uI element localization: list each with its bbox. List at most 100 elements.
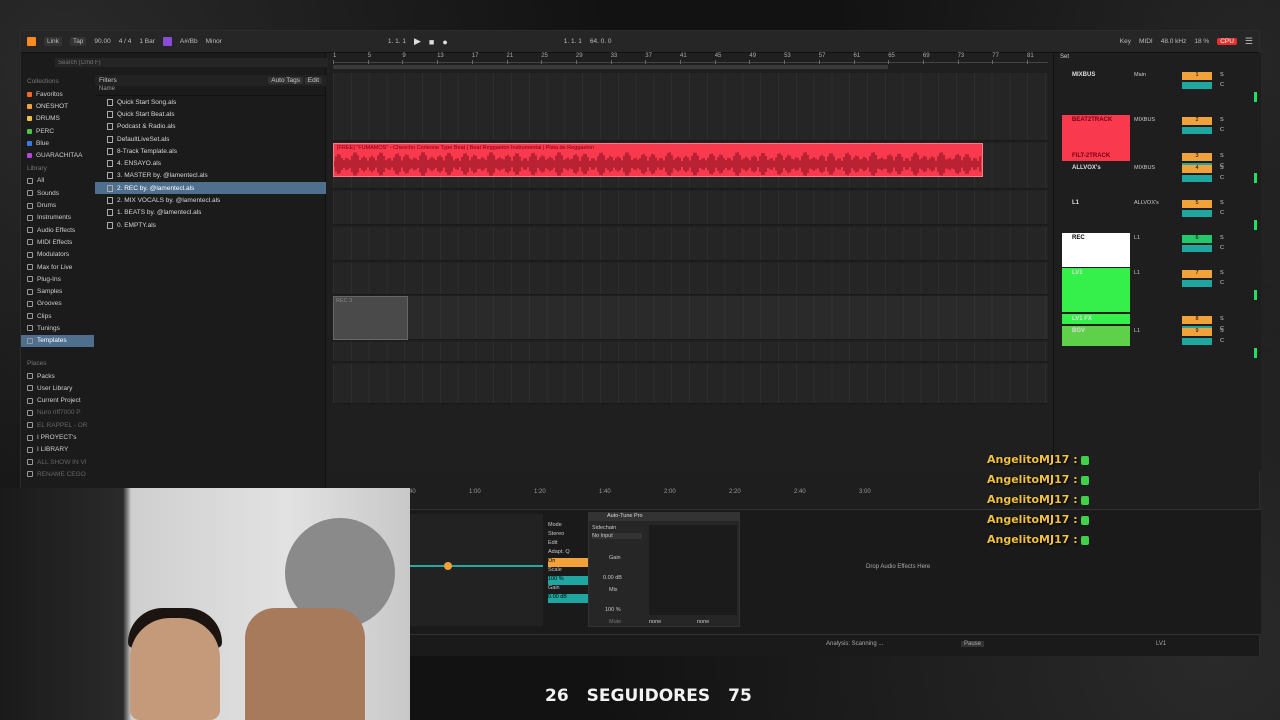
library-item[interactable]: Tunings [21,322,94,334]
file-row[interactable]: 8-Track Template.als [95,145,326,157]
track-name[interactable]: REC [1062,235,1130,241]
scale-select[interactable]: Minor [206,38,222,45]
track-io-routing[interactable]: L1 [1134,328,1140,334]
arrangement-position[interactable]: 1. 1. 1 [388,38,406,45]
rec-audio-clip[interactable]: REC 3 [333,296,408,340]
browser-toggle-icon[interactable] [27,37,36,46]
stop-button[interactable]: ■ [429,37,434,47]
pan-center[interactable]: C [1220,175,1224,181]
solo-button[interactable]: S [1220,200,1224,206]
collection-item[interactable]: DRUMS [21,113,94,125]
autotune-device[interactable]: Auto-Tune Pro Sidechain No Input Gain 0.… [588,512,740,627]
library-item[interactable]: Grooves [21,298,94,310]
track-lane-bgv[interactable] [333,364,1048,404]
auto-tags-button[interactable]: Auto Tags [268,77,303,84]
file-row[interactable]: Quick Start Song.als [95,96,326,108]
track-number-button[interactable]: 1 [1182,72,1212,80]
menu-icon[interactable]: ☰ [1245,36,1253,47]
file-row[interactable]: 0. EMPTY.als [95,219,326,231]
collection-item[interactable]: Blue [21,137,94,149]
track-name[interactable]: BGV [1062,328,1130,334]
place-item[interactable]: EL RAPPEL - OR [21,419,94,431]
track-number-button[interactable]: 6 [1182,235,1212,243]
track-io-routing[interactable]: ALLVOX's [1134,200,1159,206]
library-item[interactable]: Max for Live [21,261,94,273]
track-lane-allvox[interactable] [333,191,1048,225]
pan-center[interactable]: C [1220,280,1224,286]
file-row[interactable]: 4. ENSAYO.als [95,157,326,169]
eq-control-label[interactable]: Stereo [548,531,588,540]
time-signature[interactable]: 4 / 4 [119,38,132,45]
track-name[interactable]: FILT-2TRACK [1062,153,1130,159]
filters-button[interactable]: Filters [99,77,117,84]
tap-button[interactable]: Tap [69,37,87,46]
library-item[interactable]: Audio Effects [21,224,94,236]
track-lane-rec[interactable] [333,263,1048,295]
eq-control-label[interactable]: Gain [548,585,588,594]
track-number-button[interactable]: 5 [1182,200,1212,208]
scale-icon[interactable] [162,37,172,46]
pan-center[interactable]: C [1220,210,1224,216]
link-button[interactable]: Link [44,37,62,46]
track-io-routing[interactable]: MIXBUS [1134,165,1155,171]
track-volume[interactable] [1182,245,1212,252]
play-button[interactable]: ▶ [414,36,421,47]
solo-button[interactable]: S [1220,153,1224,159]
pan-center[interactable]: C [1220,338,1224,344]
midi-map-button[interactable]: MIDI [1139,38,1153,45]
gain-value[interactable]: 0.00 dB [603,575,622,581]
solo-button[interactable]: S [1220,270,1224,276]
track-name[interactable]: ALLVOX's [1062,165,1130,171]
track-number-button[interactable]: 4 [1182,165,1212,173]
track-name[interactable]: LV1 FX [1062,316,1130,322]
solo-button[interactable]: S [1220,235,1224,241]
track-number-button[interactable]: 3 [1182,153,1212,161]
library-item[interactable]: Templates [21,334,94,347]
place-item[interactable]: Current Project [21,395,94,407]
solo-button[interactable]: S [1220,117,1224,123]
track-lane-lv1fx[interactable] [333,342,1048,362]
file-row[interactable]: 1. BEATS by. @lamentecl.als [95,207,326,219]
pan-center[interactable]: C [1220,127,1224,133]
library-item[interactable]: All [21,175,94,187]
track-volume[interactable] [1182,210,1212,217]
library-item[interactable]: Modulators [21,249,94,261]
place-item[interactable]: I PROYECT's [21,431,94,443]
place-item[interactable]: I LIBRARY [21,444,94,456]
pause-button[interactable]: Pause [961,641,985,647]
track-number-button[interactable]: 2 [1182,117,1212,125]
collection-item[interactable]: GUARACHITAA [21,149,94,161]
track-lane-lv1[interactable] [333,296,1048,340]
track-lane-l1[interactable] [333,227,1048,261]
none-select-2[interactable]: none [697,619,709,625]
file-row[interactable]: 3. MASTER by. @lamentecl.als [95,170,326,182]
track-io-routing[interactable]: L1 [1134,270,1140,276]
loop-length[interactable]: 64. 0. 0 [590,38,612,45]
collection-item[interactable]: ONESHOT [21,100,94,112]
track-volume[interactable] [1182,280,1212,287]
library-item[interactable]: MIDI Effects [21,236,94,248]
file-row[interactable]: Quick Start Beat.als [95,108,326,120]
autotune-title[interactable]: Auto-Tune Pro [589,513,739,521]
mix-value[interactable]: 100 % [605,607,621,613]
quantize-menu[interactable]: 1 Bar [139,38,155,45]
track-number-button[interactable]: 8 [1182,316,1212,324]
library-item[interactable]: Clips [21,310,94,322]
place-item[interactable]: RENAME CEGO [21,468,94,480]
track-number-button[interactable]: 7 [1182,270,1212,278]
set-button[interactable]: Set [1060,54,1069,60]
track-name[interactable]: MIXBUS [1062,72,1130,78]
track-name[interactable]: BEAT2TRACK [1062,117,1130,123]
file-row[interactable]: DefaultLiveSet.als [95,133,326,145]
collection-item[interactable]: Favoritos [21,88,94,100]
track-name[interactable]: LV1 [1062,270,1130,276]
track-number-button[interactable]: 9 [1182,328,1212,336]
beat-ruler[interactable]: 1 5 9 13 17 21 25 29 33 37 41 45 49 53 57 61 65 69 73 77 81 [333,53,1048,64]
solo-button[interactable]: S [1220,165,1224,171]
library-item[interactable]: Instruments [21,212,94,224]
file-row[interactable]: 2. MIX VOCALS by. @lamentecl.als [95,194,326,206]
none-select-1[interactable]: none [649,619,661,625]
track-lane-mixbus[interactable] [333,73,1048,141]
track-volume[interactable] [1182,338,1212,345]
search-input[interactable] [55,58,335,67]
